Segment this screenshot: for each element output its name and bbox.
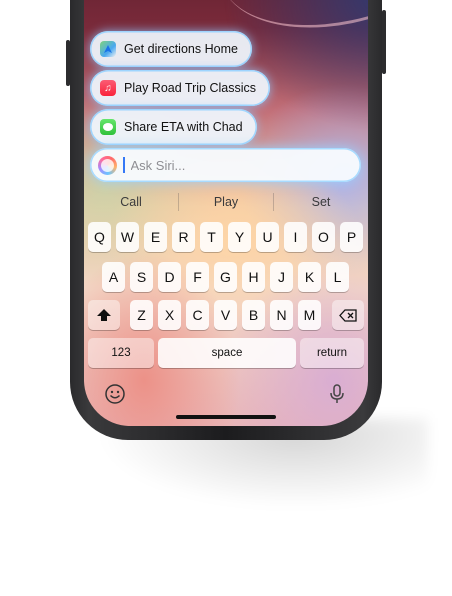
numbers-key[interactable]: 123 — [88, 338, 154, 368]
delete-key[interactable] — [332, 300, 364, 330]
suggestion-label: Get directions Home — [124, 42, 238, 56]
music-icon: ♫ — [100, 80, 116, 96]
key-p[interactable]: P — [340, 222, 363, 252]
suggestion-label: Share ETA with Chad — [124, 120, 243, 134]
key-c[interactable]: C — [186, 300, 209, 330]
prediction-play[interactable]: Play — [179, 190, 273, 214]
siri-text-field[interactable] — [90, 148, 361, 182]
key-t[interactable]: T — [200, 222, 223, 252]
shift-icon — [97, 309, 111, 321]
siri-input[interactable] — [130, 157, 331, 173]
key-u[interactable]: U — [256, 222, 279, 252]
delete-icon — [339, 308, 357, 322]
key-w[interactable]: W — [116, 222, 139, 252]
suggestion-label: Play Road Trip Classics — [124, 81, 256, 95]
key-j[interactable]: J — [270, 262, 293, 292]
key-g[interactable]: G — [214, 262, 237, 292]
emoji-icon[interactable] — [104, 383, 126, 405]
microphone-icon[interactable] — [326, 383, 348, 405]
prediction-call[interactable]: Call — [84, 190, 178, 214]
key-x[interactable]: X — [158, 300, 181, 330]
suggestion-play-music[interactable]: ♫ Play Road Trip Classics — [90, 70, 270, 106]
side-button-right — [382, 10, 386, 74]
key-i[interactable]: I — [284, 222, 307, 252]
return-key[interactable]: return — [300, 338, 364, 368]
key-z[interactable]: Z — [130, 300, 153, 330]
key-s[interactable]: S — [130, 262, 153, 292]
key-y[interactable]: Y — [228, 222, 251, 252]
predictive-bar: Call Play Set — [84, 190, 368, 214]
key-o[interactable]: O — [312, 222, 335, 252]
maps-icon — [100, 41, 116, 57]
siri-icon — [98, 155, 117, 175]
key-a[interactable]: A — [102, 262, 125, 292]
key-v[interactable]: V — [214, 300, 237, 330]
shift-key[interactable] — [88, 300, 120, 330]
key-n[interactable]: N — [270, 300, 293, 330]
key-k[interactable]: K — [298, 262, 321, 292]
prediction-set[interactable]: Set — [274, 190, 368, 214]
home-indicator[interactable] — [176, 415, 276, 419]
suggestion-get-directions[interactable]: Get directions Home — [90, 31, 252, 67]
space-key[interactable]: space — [158, 338, 296, 368]
key-d[interactable]: D — [158, 262, 181, 292]
key-r[interactable]: R — [172, 222, 195, 252]
key-f[interactable]: F — [186, 262, 209, 292]
text-cursor — [123, 157, 125, 173]
key-e[interactable]: E — [144, 222, 167, 252]
key-b[interactable]: B — [242, 300, 265, 330]
key-l[interactable]: L — [326, 262, 349, 292]
messages-icon — [100, 119, 116, 135]
key-h[interactable]: H — [242, 262, 265, 292]
suggestion-share-eta[interactable]: Share ETA with Chad — [90, 109, 257, 145]
key-q[interactable]: Q — [88, 222, 111, 252]
key-m[interactable]: M — [298, 300, 321, 330]
phone-screen: Get directions Home ♫ Play Road Trip Cla… — [84, 0, 368, 426]
